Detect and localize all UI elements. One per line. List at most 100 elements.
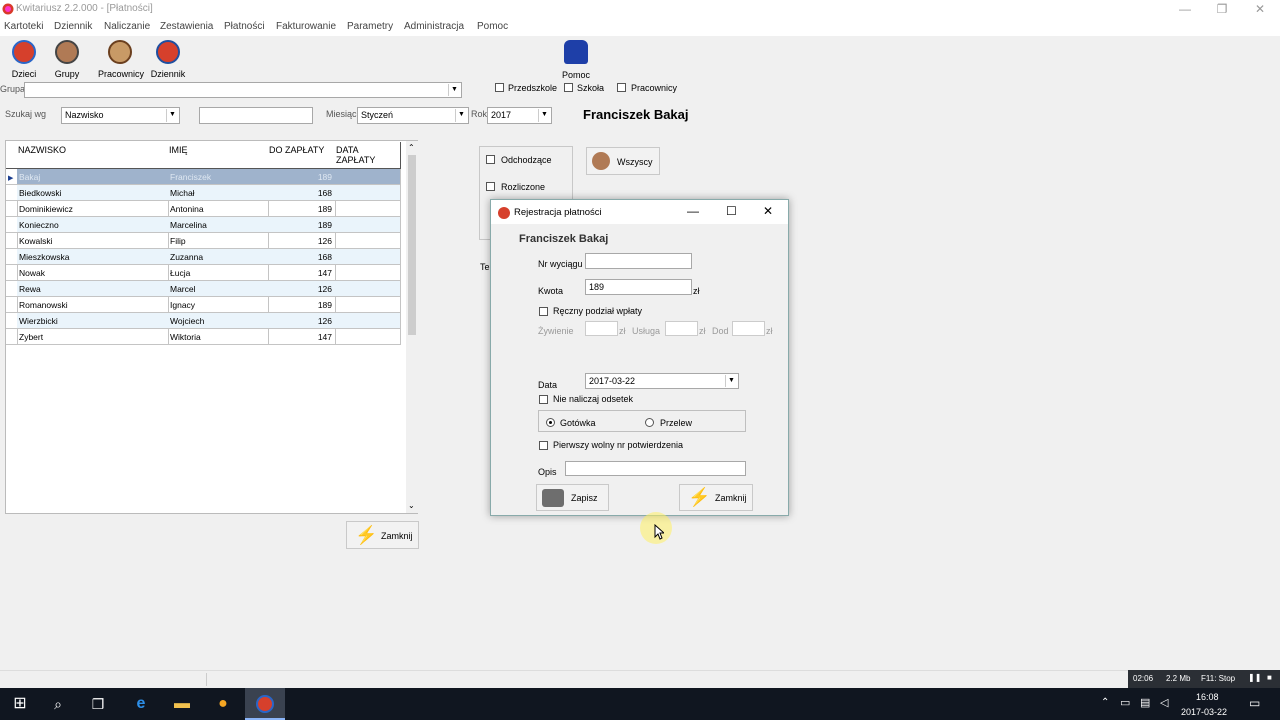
nie-naliczaj-checkbox[interactable] bbox=[539, 395, 548, 404]
vertical-scrollbar[interactable]: ⌃ ⌄ bbox=[406, 141, 418, 513]
payments-table[interactable]: NAZWISKO IMIĘ DO ZAPŁATY DATA ZAPŁATY ▶ B… bbox=[5, 140, 418, 514]
table-cell[interactable]: Zybert bbox=[17, 329, 169, 345]
grupa-select[interactable]: ▼ bbox=[24, 82, 462, 98]
tray-chevron-icon[interactable]: ⌃ bbox=[1101, 697, 1109, 708]
table-cell[interactable] bbox=[335, 297, 401, 313]
table-cell[interactable]: 168 bbox=[268, 249, 336, 265]
table-row[interactable]: Konieczno Marcelina 189 bbox=[6, 217, 401, 233]
odchodzace-checkbox[interactable] bbox=[486, 155, 495, 164]
szukaj-select[interactable]: Nazwisko ▼ bbox=[61, 107, 180, 124]
menu-administracja[interactable]: Administracja bbox=[404, 21, 464, 32]
table-cell[interactable]: Nowak bbox=[17, 265, 169, 281]
windows-start-icon[interactable]: ⊞ bbox=[0, 688, 40, 720]
pracownicy-checkbox[interactable] bbox=[617, 83, 626, 92]
table-cell[interactable]: Zuzanna bbox=[168, 249, 269, 265]
menu-pomoc[interactable]: Pomoc bbox=[477, 21, 508, 32]
table-cell[interactable] bbox=[335, 217, 401, 233]
toolbar-dziennik-button[interactable]: Dziennik bbox=[143, 38, 193, 80]
table-cell[interactable]: 189 bbox=[268, 201, 336, 217]
menu-naliczanie[interactable]: Naliczanie bbox=[104, 21, 150, 32]
menu-dziennik[interactable]: Dziennik bbox=[54, 21, 92, 32]
task-view-icon[interactable]: ❐ bbox=[78, 688, 118, 720]
rozliczone-checkbox[interactable] bbox=[486, 182, 495, 191]
usluga-input[interactable] bbox=[665, 321, 698, 336]
table-row[interactable]: Rewa Marcel 126 bbox=[6, 281, 401, 297]
table-row[interactable]: Biedkowski Michał 168 bbox=[6, 185, 401, 201]
table-cell[interactable] bbox=[335, 185, 401, 201]
table-cell[interactable] bbox=[335, 265, 401, 281]
table-cell[interactable]: Rewa bbox=[17, 281, 169, 297]
table-row[interactable]: Wierzbicki Wojciech 126 bbox=[6, 313, 401, 329]
table-cell[interactable]: Antonina bbox=[168, 201, 269, 217]
file-explorer-icon[interactable]: ▬ bbox=[162, 688, 202, 720]
reczny-podzial-checkbox[interactable] bbox=[539, 307, 548, 316]
table-cell[interactable]: 189 bbox=[268, 217, 336, 233]
table-cell[interactable]: Marcel bbox=[168, 281, 269, 297]
volume-icon[interactable]: ◁ bbox=[1160, 696, 1168, 709]
scroll-up-icon[interactable]: ⌃ bbox=[408, 143, 415, 152]
toolbar-grupy-button[interactable]: Grupy bbox=[42, 38, 92, 80]
table-cell[interactable]: Wierzbicki bbox=[17, 313, 169, 329]
menu-platnosci[interactable]: Płatności bbox=[224, 21, 265, 32]
header-do-zaplaty[interactable]: DO ZAPŁATY bbox=[268, 142, 336, 169]
table-cell[interactable]: Romanowski bbox=[17, 297, 169, 313]
table-cell[interactable]: Biedkowski bbox=[17, 185, 169, 201]
table-cell[interactable]: 147 bbox=[268, 329, 336, 345]
main-close-button[interactable]: ⚡ Zamknij bbox=[346, 521, 419, 549]
table-cell[interactable]: Kowalski bbox=[17, 233, 169, 249]
table-row[interactable]: Kowalski Filip 126 bbox=[6, 233, 401, 249]
pierwszy-wolny-checkbox[interactable] bbox=[539, 441, 548, 450]
table-cell[interactable] bbox=[335, 249, 401, 265]
dialog-zamknij-button[interactable]: ⚡ Zamknij bbox=[679, 484, 753, 511]
table-cell[interactable]: 189 bbox=[268, 297, 336, 313]
table-cell[interactable]: Bakaj bbox=[17, 169, 169, 185]
stop-icon[interactable]: ■ bbox=[1267, 673, 1272, 682]
table-cell[interactable]: Konieczno bbox=[17, 217, 169, 233]
menu-parametry[interactable]: Parametry bbox=[347, 21, 393, 32]
miesiac-select[interactable]: Styczeń ▼ bbox=[357, 107, 469, 124]
dod-input[interactable] bbox=[732, 321, 765, 336]
table-cell[interactable]: 126 bbox=[268, 233, 336, 249]
table-row[interactable]: Mieszkowska Zuzanna 168 bbox=[6, 249, 401, 265]
pause-icon[interactable]: ❚❚ bbox=[1248, 673, 1261, 682]
table-cell[interactable] bbox=[335, 329, 401, 345]
menu-zestawienia[interactable]: Zestawienia bbox=[160, 21, 213, 32]
rok-select[interactable]: 2017 ▼ bbox=[487, 107, 552, 124]
wszyscy-button[interactable]: Wszyscy bbox=[586, 147, 660, 175]
table-cell[interactable]: 147 bbox=[268, 265, 336, 281]
edge-browser-icon[interactable]: e bbox=[121, 688, 161, 720]
table-cell[interactable]: Mieszkowska bbox=[17, 249, 169, 265]
table-cell[interactable]: Michał bbox=[168, 185, 269, 201]
close-icon[interactable]: ✕ bbox=[1245, 1, 1275, 17]
minimize-icon[interactable]: — bbox=[1170, 1, 1200, 17]
zywienie-input[interactable] bbox=[585, 321, 618, 336]
table-cell[interactable] bbox=[335, 313, 401, 329]
przelew-radio[interactable] bbox=[645, 418, 654, 427]
table-cell[interactable]: Ignacy bbox=[168, 297, 269, 313]
kwota-input[interactable]: 189 bbox=[585, 279, 692, 295]
table-cell[interactable] bbox=[335, 201, 401, 217]
gotowka-radio[interactable] bbox=[546, 418, 555, 427]
notifications-icon[interactable]: ▭ bbox=[1249, 696, 1260, 710]
header-nazwisko[interactable]: NAZWISKO bbox=[17, 142, 169, 169]
szkola-checkbox[interactable] bbox=[564, 83, 573, 92]
table-row[interactable]: Dominikiewicz Antonina 189 bbox=[6, 201, 401, 217]
opis-input[interactable] bbox=[565, 461, 746, 476]
search-icon[interactable]: ⌕ bbox=[38, 688, 78, 720]
dialog-maximize-icon[interactable]: ☐ bbox=[726, 204, 737, 218]
header-imie[interactable]: IMIĘ bbox=[168, 142, 269, 169]
maximize-icon[interactable]: ❐ bbox=[1207, 1, 1237, 17]
recorder-app-icon[interactable]: ● bbox=[203, 688, 243, 720]
network-icon[interactable]: ▤ bbox=[1140, 696, 1150, 709]
nr-wyciagu-input[interactable] bbox=[585, 253, 692, 269]
table-cell[interactable]: Wiktoria bbox=[168, 329, 269, 345]
table-cell[interactable]: Dominikiewicz bbox=[17, 201, 169, 217]
przedszkole-checkbox[interactable] bbox=[495, 83, 504, 92]
scroll-down-icon[interactable]: ⌄ bbox=[408, 501, 415, 510]
table-row[interactable]: Nowak Łucja 147 bbox=[6, 265, 401, 281]
dialog-close-icon[interactable]: ✕ bbox=[763, 204, 773, 218]
table-cell[interactable] bbox=[335, 281, 401, 297]
table-row[interactable]: ▶ Bakaj Franciszek 189 bbox=[6, 169, 401, 185]
table-row[interactable]: Zybert Wiktoria 147 bbox=[6, 329, 401, 345]
table-cell[interactable]: Łucja bbox=[168, 265, 269, 281]
